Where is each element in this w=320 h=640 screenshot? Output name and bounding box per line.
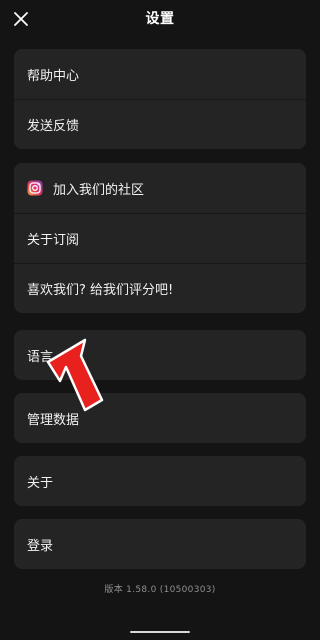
page-title: 设置 [145, 11, 175, 27]
join-community-label: 加入我们的社区 [53, 182, 145, 198]
about-subscription-item[interactable]: 关于订阅 [14, 213, 306, 263]
red-arrow-pointer-icon [46, 338, 104, 412]
support-group: 帮助中心 发送反馈 [14, 49, 306, 149]
join-community-item[interactable]: 加入我们的社区 [14, 163, 306, 213]
about-subscription-label: 关于订阅 [27, 232, 80, 248]
about-item[interactable]: 关于 [14, 456, 306, 506]
about-label: 关于 [27, 475, 54, 491]
version-text: 版本 1.58.0 (10500303) [104, 585, 216, 595]
home-indicator [130, 631, 190, 633]
send-feedback-item[interactable]: 发送反馈 [14, 99, 306, 149]
help-center-item[interactable]: 帮助中心 [14, 49, 306, 99]
header-bar: 设置 [0, 0, 320, 36]
login-label: 登录 [27, 538, 54, 554]
send-feedback-label: 发送反馈 [27, 118, 80, 134]
instagram-icon [27, 180, 43, 196]
settings-screen: 设置 帮助中心 发送反馈 加入我们的社区 关于订阅 喜欢我们? 给我们评分吧! … [0, 0, 320, 640]
login-item[interactable]: 登录 [14, 519, 306, 569]
rate-us-item[interactable]: 喜欢我们? 给我们评分吧! [14, 263, 306, 313]
about-group: 关于 [14, 456, 306, 506]
community-group: 加入我们的社区 关于订阅 喜欢我们? 给我们评分吧! [14, 163, 306, 313]
rate-us-label: 喜欢我们? 给我们评分吧! [27, 282, 174, 298]
account-group: 登录 [14, 519, 306, 569]
help-center-label: 帮助中心 [27, 68, 80, 84]
